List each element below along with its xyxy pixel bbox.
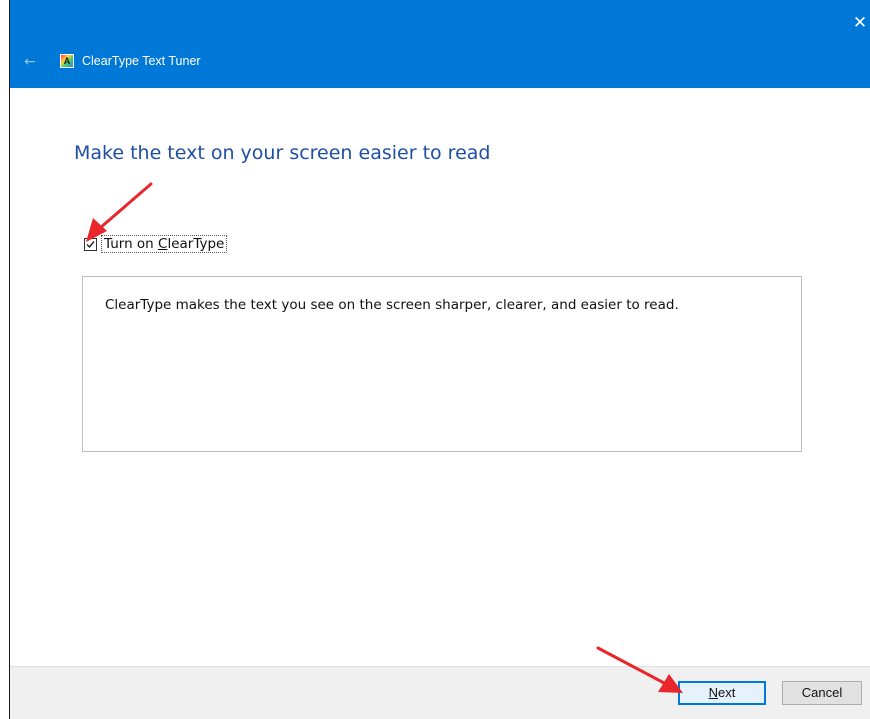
footer-bar: Next Cancel [10,666,870,719]
next-accelerator: N [708,685,719,700]
cancel-button[interactable]: Cancel [782,681,862,705]
close-icon: ✕ [852,13,868,32]
description-box: ClearType makes the text you see on the … [82,276,802,452]
back-button[interactable]: ← [24,53,38,71]
next-label-rest: ext [718,685,736,700]
cleartype-checkbox[interactable] [84,237,97,251]
label-rest: learType [167,236,225,252]
back-arrow-icon: ← [24,54,36,70]
cleartype-window: ✕ ← A ClearType Text Tuner Make the text… [9,0,870,719]
app-icon-letter: A [63,55,71,66]
checkmark-icon [86,240,95,248]
window-title: ClearType Text Tuner [82,54,201,68]
cleartype-app-icon: A [60,54,74,68]
description-text: ClearType makes the text you see on the … [105,297,679,313]
label-prefix: Turn on [104,236,159,252]
close-button[interactable]: ✕ [850,12,870,34]
cleartype-toggle-row[interactable]: Turn on ClearType [84,235,228,253]
next-button[interactable]: Next [678,681,766,705]
page-title: Make the text on your screen easier to r… [74,142,491,164]
title-bar: ✕ ← A ClearType Text Tuner [10,0,870,88]
cleartype-checkbox-label[interactable]: Turn on ClearType [101,235,228,253]
